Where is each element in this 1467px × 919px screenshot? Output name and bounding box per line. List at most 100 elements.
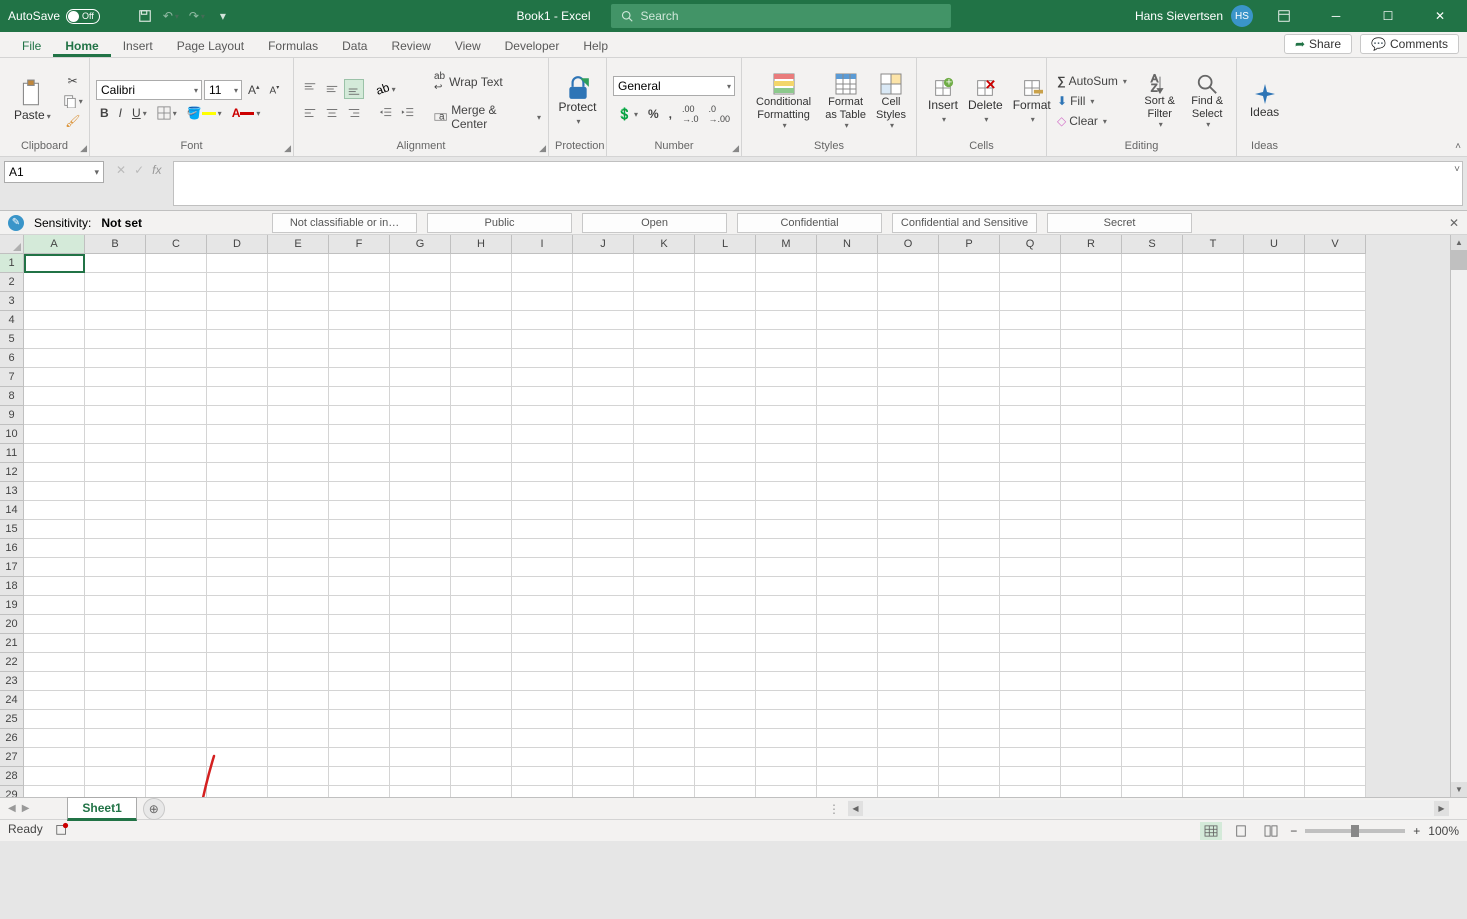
cell-Q9[interactable] <box>1000 406 1061 425</box>
cell-I10[interactable] <box>512 425 573 444</box>
autosum-button[interactable]: ∑AutoSum▾ <box>1053 72 1135 90</box>
cell-O1[interactable] <box>878 254 939 273</box>
cell-Q8[interactable] <box>1000 387 1061 406</box>
cell-D23[interactable] <box>207 672 268 691</box>
cell-H26[interactable] <box>451 729 512 748</box>
underline-button[interactable]: U▾ <box>128 104 151 122</box>
close-button[interactable]: ✕ <box>1419 2 1461 30</box>
cell-K12[interactable] <box>634 463 695 482</box>
italic-button[interactable]: I <box>115 104 126 122</box>
column-header-R[interactable]: R <box>1061 235 1122 253</box>
tab-developer[interactable]: Developer <box>493 35 572 57</box>
cell-E17[interactable] <box>268 558 329 577</box>
decrease-indent-button[interactable] <box>376 103 396 123</box>
cell-H21[interactable] <box>451 634 512 653</box>
cell-O14[interactable] <box>878 501 939 520</box>
cell-A28[interactable] <box>24 767 85 786</box>
cell-F28[interactable] <box>329 767 390 786</box>
cell-N28[interactable] <box>817 767 878 786</box>
cell-F11[interactable] <box>329 444 390 463</box>
font-launcher[interactable]: ◢ <box>284 143 291 154</box>
cell-Q15[interactable] <box>1000 520 1061 539</box>
font-size-combo[interactable]: 11 <box>204 80 242 100</box>
cell-U27[interactable] <box>1244 748 1305 767</box>
cell-R13[interactable] <box>1061 482 1122 501</box>
sensitivity-close-button[interactable]: ✕ <box>1449 216 1459 230</box>
row-header-27[interactable]: 27 <box>0 748 24 767</box>
cell-M5[interactable] <box>756 330 817 349</box>
cell-C26[interactable] <box>146 729 207 748</box>
column-header-P[interactable]: P <box>939 235 1000 253</box>
cell-F10[interactable] <box>329 425 390 444</box>
cell-U6[interactable] <box>1244 349 1305 368</box>
cell-F21[interactable] <box>329 634 390 653</box>
cell-B28[interactable] <box>85 767 146 786</box>
zoom-out-button[interactable]: − <box>1290 824 1297 838</box>
cell-I4[interactable] <box>512 311 573 330</box>
cell-G20[interactable] <box>390 615 451 634</box>
cell-F1[interactable] <box>329 254 390 273</box>
increase-font-button[interactable]: A▴ <box>244 81 264 99</box>
cell-S7[interactable] <box>1122 368 1183 387</box>
cell-E16[interactable] <box>268 539 329 558</box>
cell-E10[interactable] <box>268 425 329 444</box>
cell-F15[interactable] <box>329 520 390 539</box>
cell-M19[interactable] <box>756 596 817 615</box>
cell-V5[interactable] <box>1305 330 1366 349</box>
cell-D28[interactable] <box>207 767 268 786</box>
autosave-control[interactable]: AutoSave Off <box>0 9 126 24</box>
cell-G13[interactable] <box>390 482 451 501</box>
maximize-button[interactable]: ☐ <box>1367 2 1409 30</box>
cell-O21[interactable] <box>878 634 939 653</box>
cell-V16[interactable] <box>1305 539 1366 558</box>
cell-S24[interactable] <box>1122 691 1183 710</box>
cell-N6[interactable] <box>817 349 878 368</box>
cell-S28[interactable] <box>1122 767 1183 786</box>
column-header-N[interactable]: N <box>817 235 878 253</box>
cell-K13[interactable] <box>634 482 695 501</box>
cell-H27[interactable] <box>451 748 512 767</box>
cell-Q7[interactable] <box>1000 368 1061 387</box>
scroll-down-button[interactable]: ▼ <box>1451 782 1467 797</box>
cell-A5[interactable] <box>24 330 85 349</box>
cell-U4[interactable] <box>1244 311 1305 330</box>
cell-D3[interactable] <box>207 292 268 311</box>
align-right-button[interactable] <box>344 103 364 123</box>
scroll-right-button[interactable]: ▶ <box>1434 801 1449 816</box>
cell-V20[interactable] <box>1305 615 1366 634</box>
conditional-formatting-button[interactable]: Conditional Formatting▾ <box>748 70 819 131</box>
cell-D19[interactable] <box>207 596 268 615</box>
cell-N3[interactable] <box>817 292 878 311</box>
cell-I5[interactable] <box>512 330 573 349</box>
row-header-3[interactable]: 3 <box>0 292 24 311</box>
collapse-ribbon-button[interactable]: ˄ <box>1455 141 1461 152</box>
cell-S16[interactable] <box>1122 539 1183 558</box>
cell-U17[interactable] <box>1244 558 1305 577</box>
cell-M25[interactable] <box>756 710 817 729</box>
merge-center-button[interactable]: aMerge & Center▾ <box>430 101 545 133</box>
row-header-19[interactable]: 19 <box>0 596 24 615</box>
cell-G27[interactable] <box>390 748 451 767</box>
cell-M4[interactable] <box>756 311 817 330</box>
cell-L9[interactable] <box>695 406 756 425</box>
tab-page-layout[interactable]: Page Layout <box>165 35 256 57</box>
cell-D25[interactable] <box>207 710 268 729</box>
align-bottom-button[interactable] <box>344 79 364 99</box>
cell-H22[interactable] <box>451 653 512 672</box>
cell-V3[interactable] <box>1305 292 1366 311</box>
cell-E8[interactable] <box>268 387 329 406</box>
decrease-font-button[interactable]: A▾ <box>266 82 284 98</box>
cell-A16[interactable] <box>24 539 85 558</box>
cell-U16[interactable] <box>1244 539 1305 558</box>
cell-H15[interactable] <box>451 520 512 539</box>
column-header-B[interactable]: B <box>85 235 146 253</box>
cell-P5[interactable] <box>939 330 1000 349</box>
cell-M12[interactable] <box>756 463 817 482</box>
cell-F7[interactable] <box>329 368 390 387</box>
cell-K23[interactable] <box>634 672 695 691</box>
cell-B3[interactable] <box>85 292 146 311</box>
cell-J11[interactable] <box>573 444 634 463</box>
cell-C19[interactable] <box>146 596 207 615</box>
cell-L23[interactable] <box>695 672 756 691</box>
cell-E7[interactable] <box>268 368 329 387</box>
